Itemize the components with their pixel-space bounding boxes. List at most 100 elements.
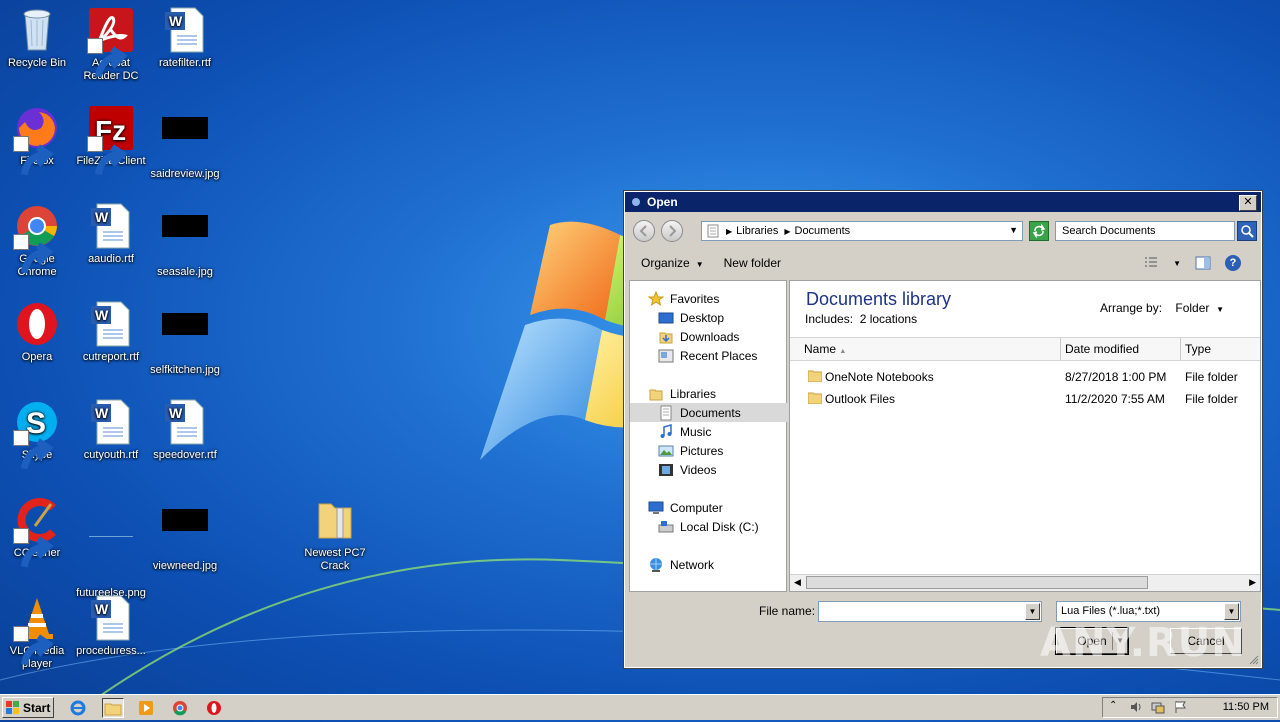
file-date: 8/27/2018 1:00 PM bbox=[1065, 370, 1167, 384]
taskbar-internet-explorer[interactable] bbox=[68, 698, 90, 718]
nav-recent-places[interactable]: Recent Places bbox=[630, 346, 814, 365]
close-button[interactable]: ✕ bbox=[1239, 195, 1257, 211]
open-button[interactable]: Open ▼ bbox=[1055, 627, 1129, 655]
action-center-flag-icon[interactable] bbox=[1173, 700, 1187, 714]
scroll-right-icon[interactable]: ▶ bbox=[1249, 577, 1256, 588]
arrange-by: Arrange by: Folder ▼ bbox=[1100, 301, 1224, 315]
desktop-icon-cutyouth[interactable]: W cutyouth.rtf bbox=[74, 398, 148, 462]
breadcrumb-documents[interactable]: Documents bbox=[795, 225, 851, 237]
desktop-icon-ratefilter[interactable]: W ratefilter.rtf bbox=[148, 6, 222, 70]
nav-videos[interactable]: Videos bbox=[630, 460, 814, 479]
cancel-button[interactable]: Cancel bbox=[1170, 628, 1242, 654]
nav-pictures[interactable]: Pictures bbox=[630, 441, 814, 460]
start-button[interactable]: Start bbox=[2, 697, 54, 718]
file-row[interactable]: OneNote Notebooks 8/27/2018 1:00 PM File… bbox=[790, 367, 1260, 387]
includes-locations-link[interactable]: 2 locations bbox=[860, 312, 917, 326]
breadcrumb-separator-icon: ▶ bbox=[784, 226, 791, 236]
desktop-icon-ccleaner[interactable]: CCleaner bbox=[0, 496, 74, 568]
file-type-select[interactable]: Lua Files (*.lua;*.txt) ▼ bbox=[1056, 601, 1241, 622]
show-hidden-icons-button[interactable]: ⌃ bbox=[1109, 700, 1123, 714]
desktop-icon-seasale[interactable]: seasale.jpg bbox=[148, 202, 222, 279]
desktop-icon-filezilla[interactable]: Fz FileZilla Client bbox=[74, 104, 148, 176]
desktop-icon-speedover[interactable]: W speedover.rtf bbox=[148, 398, 222, 462]
refresh-button[interactable] bbox=[1029, 221, 1049, 241]
search-input[interactable]: Search Documents bbox=[1055, 221, 1235, 241]
desktop-icon-newest-pc7-crack[interactable]: Newest PC7 Crack bbox=[298, 496, 372, 573]
forward-button[interactable] bbox=[661, 220, 683, 242]
nav-local-disk[interactable]: Local Disk (C:) bbox=[630, 517, 814, 536]
arrange-by-dropdown[interactable]: Folder ▼ bbox=[1175, 301, 1224, 315]
open-options-dropdown-icon[interactable]: ▼ bbox=[1116, 629, 1124, 653]
new-folder-button[interactable]: New folder bbox=[724, 256, 781, 270]
scrollbar-thumb[interactable] bbox=[806, 576, 1148, 589]
file-type-dropdown-button[interactable]: ▼ bbox=[1224, 603, 1239, 620]
resize-grip-icon[interactable] bbox=[1249, 655, 1259, 665]
file-name-input[interactable]: ▼ bbox=[818, 601, 1042, 622]
desktop-icon-label: aaudio.rtf bbox=[88, 253, 134, 265]
address-dropdown-icon[interactable]: ▼ bbox=[1009, 225, 1018, 235]
view-dropdown-icon[interactable]: ▼ bbox=[1173, 259, 1181, 268]
folder-icon bbox=[808, 392, 822, 404]
search-button[interactable] bbox=[1237, 221, 1257, 241]
desktop-icon-label: proceduress... bbox=[76, 645, 146, 657]
taskbar-media-player[interactable] bbox=[136, 698, 158, 718]
nav-favorites[interactable]: Favorites bbox=[630, 289, 804, 308]
desktop-icon-recycle-bin[interactable]: Recycle Bin bbox=[0, 6, 74, 70]
dialog-titlebar[interactable]: Open ✕ bbox=[625, 192, 1261, 212]
sort-ascending-icon: ▲ bbox=[839, 348, 847, 355]
refresh-icon bbox=[1032, 223, 1046, 239]
desktop-icon-futureelse[interactable]: futureelse.png bbox=[74, 496, 148, 600]
desktop-icon-chrome[interactable]: Google Chrome bbox=[0, 202, 74, 279]
nav-documents[interactable]: Documents bbox=[630, 403, 814, 422]
nav-music[interactable]: Music bbox=[630, 422, 814, 441]
nav-network[interactable]: Network bbox=[630, 555, 804, 574]
scroll-left-icon[interactable]: ◀ bbox=[794, 577, 801, 588]
desktop-icon-viewneed[interactable]: viewneed.jpg bbox=[148, 496, 222, 573]
volume-icon[interactable] bbox=[1129, 700, 1143, 714]
desktop-icon-proceduress[interactable]: W proceduress... bbox=[74, 594, 148, 658]
chrome-icon bbox=[173, 701, 187, 716]
zip-folder-icon bbox=[311, 496, 359, 544]
network-status-icon[interactable] bbox=[1151, 700, 1165, 714]
desktop-icon-cutreport[interactable]: W cutreport.rtf bbox=[74, 300, 148, 364]
column-date-modified[interactable]: Date modified bbox=[1065, 342, 1139, 356]
nav-downloads[interactable]: Downloads bbox=[630, 327, 814, 346]
view-options-icon[interactable] bbox=[1143, 255, 1159, 271]
chevron-down-icon: ▼ bbox=[1227, 607, 1236, 616]
file-name-dropdown-button[interactable]: ▼ bbox=[1025, 603, 1040, 620]
desktop-icon-skype[interactable]: S Skype bbox=[0, 398, 74, 470]
clock[interactable]: 11:50 PM bbox=[1223, 701, 1269, 713]
filezilla-icon: Fz bbox=[87, 104, 135, 176]
desktop-icon-aaudio[interactable]: W aaudio.rtf bbox=[74, 202, 148, 266]
organize-button[interactable]: Organize ▼ bbox=[641, 256, 704, 270]
nav-computer[interactable]: Computer bbox=[630, 498, 804, 517]
file-row[interactable]: Outlook Files 11/2/2020 7:55 AM File fol… bbox=[790, 389, 1260, 409]
breadcrumb-libraries[interactable]: Libraries bbox=[736, 225, 778, 237]
address-bar[interactable]: ▶ Libraries ▶ Documents ▼ bbox=[701, 221, 1023, 241]
nav-libraries[interactable]: Libraries bbox=[630, 384, 804, 403]
column-type[interactable]: Type bbox=[1185, 342, 1211, 356]
column-header: Name ▲ Date modified Type bbox=[790, 337, 1260, 361]
taskbar-windows-explorer[interactable] bbox=[102, 698, 124, 718]
column-divider[interactable] bbox=[1060, 338, 1061, 360]
taskbar-chrome[interactable] bbox=[170, 698, 192, 718]
file-name: Outlook Files bbox=[825, 392, 896, 406]
nav-label: Documents bbox=[680, 405, 741, 420]
svg-text:W: W bbox=[95, 307, 109, 323]
help-icon[interactable]: ? bbox=[1225, 255, 1241, 271]
nav-desktop[interactable]: Desktop bbox=[630, 308, 814, 327]
column-divider[interactable] bbox=[1180, 338, 1181, 360]
desktop-icon-firefox[interactable]: Firefox bbox=[0, 104, 74, 176]
desktop-icon-selfkitchen[interactable]: selfkitchen.jpg bbox=[148, 300, 222, 377]
column-name[interactable]: Name ▲ bbox=[804, 342, 846, 356]
desktop-icon-opera[interactable]: Opera bbox=[0, 300, 74, 364]
preview-pane-icon[interactable] bbox=[1195, 255, 1211, 271]
desktop-icon-saidreview[interactable]: saidreview.jpg bbox=[148, 104, 222, 181]
acrobat-icon bbox=[87, 6, 135, 78]
taskbar-opera[interactable] bbox=[204, 698, 226, 718]
windows-logo-icon bbox=[6, 700, 19, 714]
desktop-icon-vlc[interactable]: VLC media player bbox=[0, 594, 74, 671]
desktop-icon-acrobat[interactable]: Acrobat Reader DC bbox=[74, 6, 148, 83]
back-button[interactable] bbox=[633, 220, 655, 242]
horizontal-scrollbar[interactable]: ◀ ▶ bbox=[790, 574, 1260, 591]
